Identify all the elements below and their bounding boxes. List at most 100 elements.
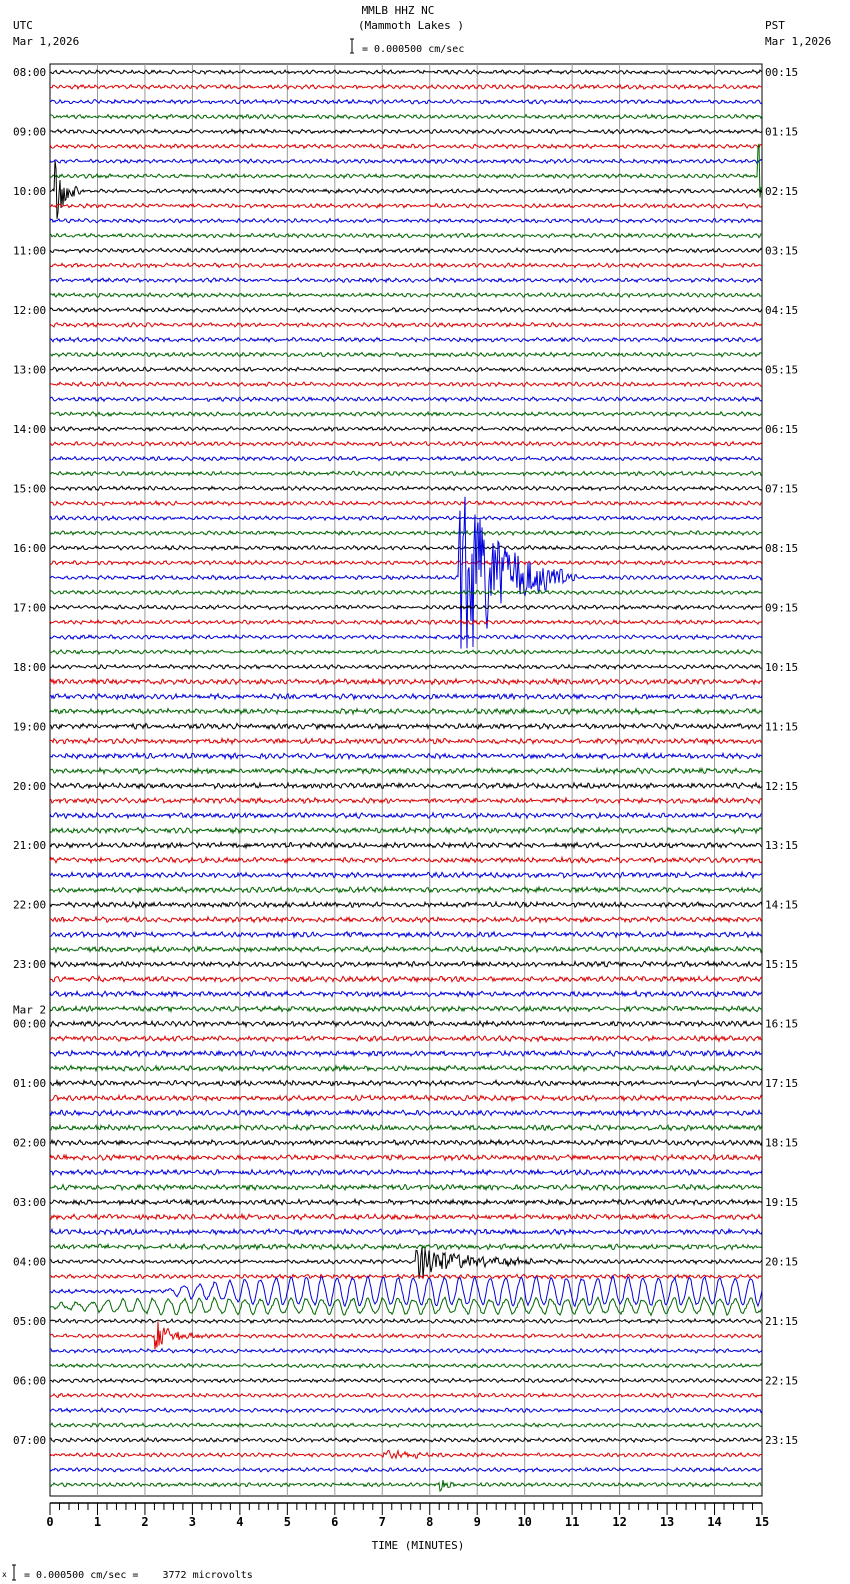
footer-scale-text: = 0.000500 cm/sec = 3772 microvolts <box>24 1570 253 1581</box>
right-hour-label: 19:15 <box>765 1196 798 1209</box>
right-hour-label: 12:15 <box>765 780 798 793</box>
trace <box>49 1296 763 1317</box>
trace <box>49 276 762 284</box>
plot-frame <box>49 63 763 1497</box>
left-hour-label: 12:00 <box>13 304 46 317</box>
right-hour-label: 23:15 <box>765 1434 798 1447</box>
trace <box>49 1242 763 1252</box>
right-hour-label: 10:15 <box>765 661 798 674</box>
trace <box>49 247 763 254</box>
x-tick-label: 11 <box>565 1515 579 1529</box>
footer-scale-icon: x <box>2 1564 16 1581</box>
trace <box>49 544 763 552</box>
trace <box>49 722 763 731</box>
right-hour-label: 11:15 <box>765 720 798 733</box>
left-hour-label: 23:00 <box>13 958 46 971</box>
trace <box>49 1004 763 1014</box>
left-hour-label: 06:00 <box>13 1375 46 1388</box>
trace <box>49 1078 763 1088</box>
trace <box>49 885 763 895</box>
trace <box>49 945 763 954</box>
trace <box>49 663 763 671</box>
trace <box>49 529 763 537</box>
trace <box>49 1019 763 1029</box>
right-hour-label: 06:15 <box>765 423 798 436</box>
trace <box>49 202 763 209</box>
trace <box>49 796 763 805</box>
left-hour-label: 21:00 <box>13 839 46 852</box>
trace <box>49 336 762 344</box>
trace <box>49 1138 763 1147</box>
trace <box>49 1183 762 1192</box>
trace <box>49 1466 763 1473</box>
left-hour-label: 02:00 <box>13 1137 46 1150</box>
trace <box>49 499 763 507</box>
left-hour-label: 19:00 <box>13 720 46 733</box>
trace <box>49 930 763 940</box>
right-timezone: PST <box>765 19 785 32</box>
svg-text:x: x <box>2 1570 7 1579</box>
trace <box>49 262 763 269</box>
trace <box>49 232 763 239</box>
trace <box>49 736 763 746</box>
left-hour-label: 11:00 <box>13 244 46 257</box>
left-hour-label: 18:00 <box>13 661 46 674</box>
trace <box>49 559 763 567</box>
left-hour-label: 22:00 <box>13 899 46 912</box>
chart-subtitle: (Mammoth Lakes ) <box>358 19 464 32</box>
x-tick-label: 0 <box>46 1515 53 1529</box>
trace <box>49 485 763 492</box>
trace <box>49 900 763 910</box>
trace <box>49 604 763 611</box>
trace <box>49 1407 763 1414</box>
trace <box>49 440 763 448</box>
trace <box>49 766 763 776</box>
trace <box>49 781 763 790</box>
trace <box>49 1422 763 1429</box>
trace <box>49 825 763 835</box>
right-hour-label: 07:15 <box>765 482 798 495</box>
trace <box>49 160 763 219</box>
left-hour-label: 01:00 <box>13 1077 46 1090</box>
trace <box>49 855 763 865</box>
trace <box>49 1347 763 1354</box>
right-hour-label: 04:15 <box>765 304 798 317</box>
trace <box>49 589 763 596</box>
trace <box>49 1197 763 1207</box>
right-hour-label: 16:15 <box>765 1018 798 1031</box>
left-hour-label: 03:00 <box>13 1196 46 1209</box>
helicorder-chart: MMLB HHZ NC (Mammoth Lakes ) UTC Mar 1,2… <box>2 4 831 1581</box>
x-tick-label: 14 <box>707 1515 721 1529</box>
trace <box>49 514 762 522</box>
trace <box>49 1064 763 1073</box>
left-hour-label: 00:00 <box>13 1018 46 1031</box>
left-hour-label: 16:00 <box>13 542 46 555</box>
x-tick-label: 4 <box>236 1515 243 1529</box>
x-tick-label: 15 <box>755 1515 769 1529</box>
trace <box>49 1093 763 1103</box>
right-hour-label: 20:15 <box>765 1256 798 1269</box>
trace <box>49 157 763 165</box>
trace <box>49 633 763 641</box>
trace <box>49 840 763 850</box>
trace <box>49 706 763 716</box>
right-hour-label: 13:15 <box>765 839 798 852</box>
x-tick-label: 1 <box>94 1515 101 1529</box>
left-hour-label: 20:00 <box>13 780 46 793</box>
trace <box>49 113 763 121</box>
right-hour-label: 02:15 <box>765 185 798 198</box>
trace <box>49 1448 763 1460</box>
left-hour-label: 07:00 <box>13 1434 46 1447</box>
trace <box>49 1034 762 1043</box>
trace <box>49 1212 763 1222</box>
trace <box>49 455 763 462</box>
trace <box>49 1227 763 1236</box>
x-tick-label: 8 <box>426 1515 433 1529</box>
trace <box>49 1153 763 1162</box>
right-hour-label: 05:15 <box>765 363 798 376</box>
trace <box>49 1108 763 1118</box>
right-hour-label: 22:15 <box>765 1375 798 1388</box>
trace <box>49 870 763 880</box>
trace <box>49 1437 763 1444</box>
right-date: Mar 1,2026 <box>765 35 831 48</box>
